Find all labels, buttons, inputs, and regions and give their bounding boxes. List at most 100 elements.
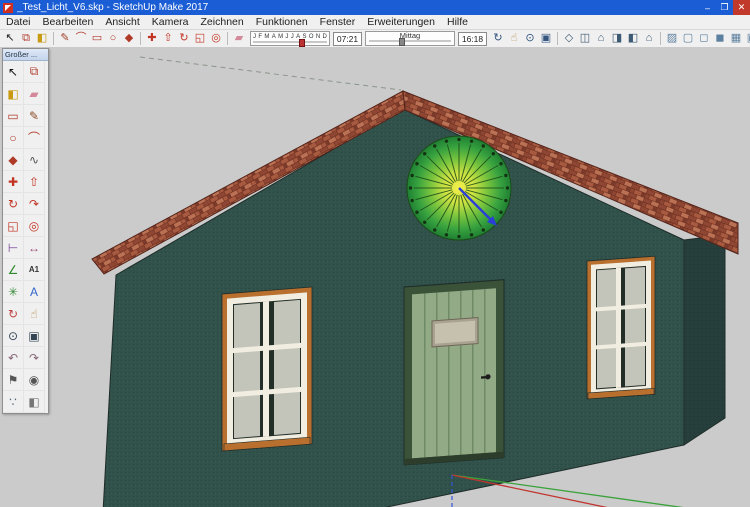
arc-tool[interactable]: ⌒ bbox=[24, 127, 45, 149]
top-view[interactable]: ◫ bbox=[577, 31, 593, 46]
menu-hilfe[interactable]: Hilfe bbox=[441, 15, 474, 29]
rectangle-tool[interactable]: ▭ bbox=[89, 31, 105, 46]
front-view[interactable]: ⌂ bbox=[593, 31, 609, 46]
menu-bearbeiten[interactable]: Bearbeiten bbox=[37, 15, 100, 29]
shadow-date-slider[interactable]: JFMAMJJASOND bbox=[250, 31, 330, 47]
rotate-tool[interactable]: ↻ bbox=[3, 193, 24, 215]
time-slider-track[interactable] bbox=[369, 38, 451, 46]
shaded-style[interactable]: ◼ bbox=[712, 31, 728, 46]
polygon-tool[interactable]: ◆ bbox=[121, 31, 137, 46]
curtain bbox=[234, 303, 260, 439]
month-slider-handle[interactable] bbox=[299, 39, 305, 47]
push-pull-tool[interactable]: ⇧ bbox=[160, 31, 176, 46]
monochrome-style[interactable]: ▣ bbox=[744, 31, 750, 46]
left-window bbox=[221, 286, 313, 452]
gable-sun-decoration bbox=[406, 135, 512, 241]
text-tool[interactable]: A1 bbox=[24, 259, 45, 281]
textured-style[interactable]: ▦ bbox=[728, 31, 744, 46]
circle-tool[interactable]: ○ bbox=[105, 31, 121, 46]
toolbar-right-groups: ↻☝⊙▣◇◫⌂◨◧⌂▨▢◻◼▦▣» bbox=[490, 31, 750, 46]
left-view[interactable]: ◧ bbox=[625, 31, 641, 46]
menu-fenster[interactable]: Fenster bbox=[314, 15, 362, 29]
house-side-wall bbox=[683, 234, 726, 446]
orbit-tool[interactable]: ↻ bbox=[490, 31, 506, 46]
hidden-line-style[interactable]: ◻ bbox=[696, 31, 712, 46]
push-pull-tool[interactable]: ⇧ bbox=[24, 171, 45, 193]
eraser-tool[interactable]: ▰ bbox=[231, 31, 247, 46]
offset-tool[interactable]: ◎ bbox=[208, 31, 224, 46]
scale-tool[interactable]: ◱ bbox=[3, 215, 24, 237]
menu-kamera[interactable]: Kamera bbox=[146, 15, 195, 29]
time-slider-handle[interactable] bbox=[399, 38, 405, 46]
move-tool[interactable]: ✚ bbox=[3, 171, 24, 193]
month-slider-track[interactable] bbox=[253, 39, 327, 47]
shadow-time-slider[interactable]: Mittag bbox=[365, 31, 455, 46]
maximize-button[interactable]: ❐ bbox=[716, 0, 733, 15]
polygon-tool[interactable]: ◆ bbox=[3, 149, 24, 171]
walk-tool[interactable]: ∵ bbox=[3, 391, 24, 413]
section-plane-tool[interactable]: ◧ bbox=[24, 391, 45, 413]
select-tool[interactable]: ↖ bbox=[2, 31, 18, 46]
title-bar[interactable]: _Test_Licht_V6.skp - SketchUp Make 2017 … bbox=[0, 0, 750, 15]
window-title: _Test_Licht_V6.skp - SketchUp Make 2017 bbox=[17, 2, 209, 13]
noon-label: Mittag bbox=[399, 31, 421, 40]
xray-style[interactable]: ▨ bbox=[664, 31, 680, 46]
toolbar-separator bbox=[140, 32, 141, 45]
back-view[interactable]: ⌂ bbox=[641, 31, 657, 46]
zoom-extents-tool[interactable]: ▣ bbox=[24, 325, 45, 347]
3d-text-tool[interactable]: A bbox=[24, 281, 45, 303]
viewport-canvas[interactable] bbox=[0, 47, 750, 507]
eraser-tool[interactable]: ▰ bbox=[24, 83, 45, 105]
scale-tool[interactable]: ◱ bbox=[192, 31, 208, 46]
palette-title[interactable]: Großer ... bbox=[3, 49, 48, 61]
zoom-tool[interactable]: ⊙ bbox=[3, 325, 24, 347]
menu-zeichnen[interactable]: Zeichnen bbox=[195, 15, 250, 29]
make-component-tool[interactable]: ⧉ bbox=[24, 61, 45, 83]
pan-tool[interactable]: ☝ bbox=[506, 31, 522, 46]
menu-datei[interactable]: Datei bbox=[0, 15, 37, 29]
line-tool[interactable]: ✎ bbox=[57, 31, 73, 46]
curtain bbox=[625, 266, 645, 387]
follow-me-tool[interactable]: ↷ bbox=[24, 193, 45, 215]
line-tool[interactable]: ✎ bbox=[24, 105, 45, 127]
previous-view-tool[interactable]: ↶ bbox=[3, 347, 24, 369]
paint-bucket-tool[interactable]: ◧ bbox=[34, 31, 50, 46]
rotate-tool[interactable]: ↻ bbox=[176, 31, 192, 46]
zoom-extents-tool[interactable]: ▣ bbox=[538, 31, 554, 46]
orbit-tool[interactable]: ↻ bbox=[3, 303, 24, 325]
arc-tool[interactable]: ⌒ bbox=[73, 31, 89, 46]
protractor-tool[interactable]: ∠ bbox=[3, 259, 24, 281]
circle-tool[interactable]: ○ bbox=[3, 127, 24, 149]
menu-bar: Datei Bearbeiten Ansicht Kamera Zeichnen Funk… bbox=[0, 15, 750, 30]
close-button[interactable]: ✕ bbox=[733, 0, 750, 15]
guide-dashed-line bbox=[139, 56, 402, 91]
menu-ansicht[interactable]: Ansicht bbox=[99, 15, 145, 29]
model-scene[interactable] bbox=[0, 47, 750, 507]
menu-erweiterungen[interactable]: Erweiterungen bbox=[361, 15, 441, 29]
offset-tool[interactable]: ◎ bbox=[24, 215, 45, 237]
shadow-time-from[interactable]: 07:21 bbox=[333, 31, 362, 46]
make-component-tool[interactable]: ⧉ bbox=[18, 31, 34, 46]
pan-tool[interactable]: ☝ bbox=[24, 303, 45, 325]
month-letter: M bbox=[278, 34, 284, 40]
iso-view[interactable]: ◇ bbox=[561, 31, 577, 46]
select-tool[interactable]: ↖ bbox=[3, 61, 24, 83]
axes-tool[interactable]: ✳ bbox=[3, 281, 24, 303]
zoom-tool[interactable]: ⊙ bbox=[522, 31, 538, 46]
move-tool[interactable]: ✚ bbox=[144, 31, 160, 46]
wireframe-style[interactable]: ▢ bbox=[680, 31, 696, 46]
paint-bucket-tool[interactable]: ◧ bbox=[3, 83, 24, 105]
shadow-time-to[interactable]: 16:18 bbox=[458, 31, 487, 46]
right-view[interactable]: ◨ bbox=[609, 31, 625, 46]
dimension-tool[interactable]: ↔ bbox=[24, 237, 45, 259]
menu-funktionen[interactable]: Funktionen bbox=[250, 15, 314, 29]
freehand-tool[interactable]: ∿ bbox=[24, 149, 45, 171]
month-letter: J bbox=[253, 34, 256, 40]
tape-measure-tool[interactable]: ⊢ bbox=[3, 237, 24, 259]
minimize-button[interactable]: – bbox=[699, 0, 716, 15]
look-around-tool[interactable]: ◉ bbox=[24, 369, 45, 391]
next-view-tool[interactable]: ↷ bbox=[24, 347, 45, 369]
position-camera-tool[interactable]: ⚑ bbox=[3, 369, 24, 391]
house-model[interactable] bbox=[91, 90, 739, 507]
rectangle-tool[interactable]: ▭ bbox=[3, 105, 24, 127]
